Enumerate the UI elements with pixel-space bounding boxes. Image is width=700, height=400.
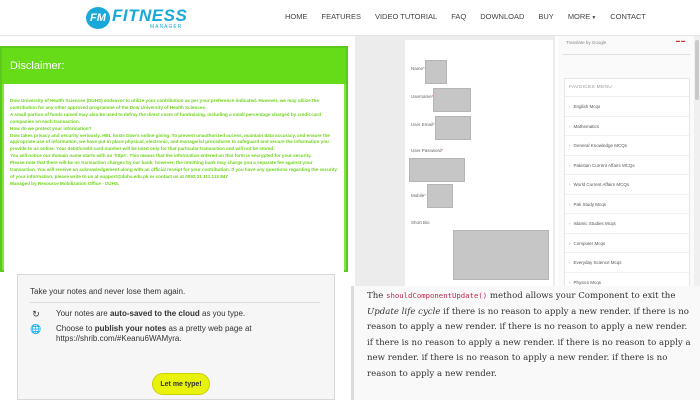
username-input[interactable] xyxy=(433,88,471,112)
nav-video-tutorial[interactable]: VIDEO TUTORIAL xyxy=(375,12,437,21)
disclaimer-subheading: How do we protect your information? xyxy=(10,125,92,131)
nav-buy[interactable]: BUY xyxy=(538,12,553,21)
sidebar-menu-title: FAVOICES MENU xyxy=(565,79,689,97)
logo-mark: FM xyxy=(86,7,110,29)
required-marker: * xyxy=(441,148,444,153)
publish-highlight: publish your notes xyxy=(94,324,167,333)
sidebar-item-mathematics[interactable]: Mathematics xyxy=(565,117,689,136)
scrollbar-thumb[interactable] xyxy=(695,40,699,100)
short-bio-textarea[interactable] xyxy=(453,230,549,280)
translate-widget[interactable]: Translate by Google xyxy=(566,40,606,45)
sidebar-item-everyday-science[interactable]: Everyday Science Mcqs xyxy=(565,253,689,273)
sidebar-item-pakistan-current-affairs[interactable]: Pakistan Current Affairs MCQs xyxy=(565,156,689,175)
disclaimer-panel: Disclaimer: Dow University of Health Sci… xyxy=(0,46,348,284)
required-marker: * xyxy=(424,193,427,198)
name-label: Name* xyxy=(411,66,425,71)
nav-faq[interactable]: FAQ xyxy=(451,12,466,21)
disclaimer-title: Disclaimer: xyxy=(2,48,346,84)
username-label: Username* xyxy=(411,94,434,99)
publish-row: 🌐 Choose to publish your notes as a pret… xyxy=(30,324,252,343)
disclaimer-paragraph: A small portion of funds raised may also… xyxy=(10,111,321,124)
short-bio-label: Short Bio xyxy=(411,220,430,225)
nav-download[interactable]: DOWNLOAD xyxy=(480,12,524,21)
divider xyxy=(30,302,320,303)
sidebar-menu: FAVOICES MENU English Mcqs Mathematics G… xyxy=(564,78,690,293)
update-life-cycle-term: Update life cycle xyxy=(367,306,441,317)
disclaimer-paragraph: Dow takes privacy and security seriously… xyxy=(10,132,330,152)
autosave-row: ↻ Your notes are auto-saved to the cloud… xyxy=(30,309,320,321)
notes-promo: Take your notes and never lose them agai… xyxy=(17,274,335,400)
nav-home[interactable]: HOME xyxy=(285,12,308,21)
divider xyxy=(562,54,690,55)
user-email-label: User Email* xyxy=(411,122,435,127)
nav-more-label: MORE xyxy=(567,12,591,21)
disclaimer-paragraph: You will notice our domain name starts w… xyxy=(10,153,312,159)
doc-panel-edge xyxy=(351,286,354,400)
registration-form-panel: Name* Username* User Email* User Passwor… xyxy=(355,36,555,286)
sidebar-item-islamic-studies[interactable]: Islamic Studies Mcqs xyxy=(565,214,689,234)
sidebar-item-general-knowledge[interactable]: General Knowledge MCQs xyxy=(565,136,689,156)
fitness-manager-logo[interactable]: FM FITNESS MANAGER xyxy=(86,4,187,32)
nav-more[interactable]: MORE▼ xyxy=(568,12,596,21)
site-header: FM FITNESS MANAGER HOME FEATURES VIDEO T… xyxy=(0,0,700,36)
disclaimer-footer: Managed by Resource Mobilization Office … xyxy=(10,180,120,186)
doc-paragraph: The shouldComponentUpdate() method allow… xyxy=(367,291,691,379)
nav-features[interactable]: FEATURES xyxy=(322,12,361,21)
sidebar-item-world-current-affairs[interactable]: World Current Affairs MCQs xyxy=(565,175,689,195)
let-me-type-button[interactable]: Let me type! xyxy=(152,373,210,395)
sync-icon: ↻ xyxy=(32,309,40,319)
main-nav: HOME FEATURES VIDEO TUTORIAL FAQ DOWNLOA… xyxy=(285,12,660,21)
nav-contact[interactable]: CONTACT xyxy=(610,12,646,21)
logo-subtitle: MANAGER xyxy=(150,23,183,30)
registration-form: Name* Username* User Email* User Passwor… xyxy=(405,40,553,286)
user-email-input[interactable] xyxy=(435,116,471,140)
disclaimer-paragraph: Dow University of Health Sciences (DUHS)… xyxy=(10,98,319,110)
user-password-input[interactable] xyxy=(409,158,465,182)
sidebar-item-english-mcqs[interactable]: English Mcqs xyxy=(565,97,689,117)
language-flags-icon[interactable]: ▬ ▬ xyxy=(676,38,685,43)
disclaimer-body: Dow University of Health Sciences (DUHS)… xyxy=(4,84,344,284)
sidebar-item-computer[interactable]: Computer Mcqs xyxy=(565,234,689,253)
user-password-label: User Password* xyxy=(411,148,444,153)
sidebar-item-pak-study[interactable]: Pak Study Mcqs xyxy=(565,195,689,214)
method-name-code: shouldComponentUpdate() xyxy=(386,291,488,300)
mobile-label: Mobile* xyxy=(411,193,427,198)
logo-title: FITNESS xyxy=(112,5,188,25)
mcqs-sidebar: Translate by Google ▬ ▬ FAVOICES MENU En… xyxy=(558,36,700,293)
autosave-highlight: auto-saved to the cloud xyxy=(109,309,200,318)
globe-icon: 🌐 xyxy=(30,324,42,334)
disclaimer-paragraph: Please note that there will be no transa… xyxy=(10,160,338,179)
mobile-input[interactable] xyxy=(427,184,453,208)
caret-down-icon: ▼ xyxy=(591,15,597,21)
name-input[interactable] xyxy=(425,60,447,84)
notes-headline: Take your notes and never lose them agai… xyxy=(30,287,186,296)
